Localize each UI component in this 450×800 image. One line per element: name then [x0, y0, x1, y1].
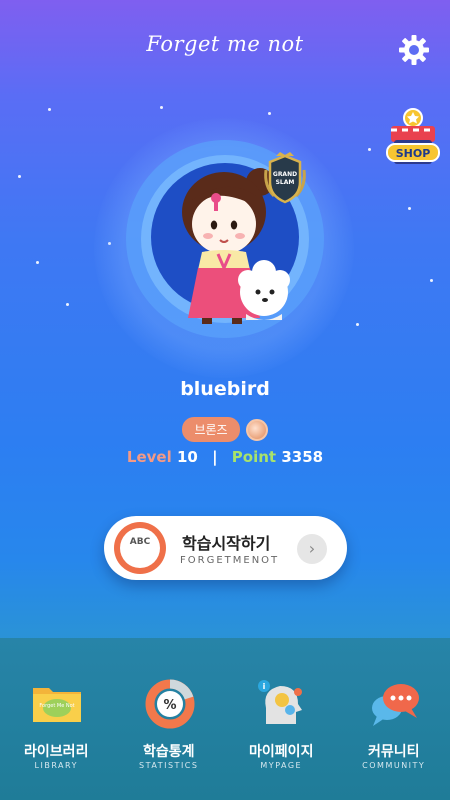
info-glyph: i [263, 682, 266, 691]
nav-mypage[interactable]: i 마이페이지 MYPAGE [225, 638, 338, 800]
username: bluebird [180, 378, 270, 400]
nav-library-label: 라이브러리 [24, 744, 89, 760]
shop-button[interactable]: SHOP [385, 106, 441, 172]
bottom-navigation: Forget Me Not 라이브러리 LIBRARY % 학습통계 STATI… [0, 638, 450, 800]
emblem-text-1: GRAND [273, 171, 297, 178]
point-value: 3358 [281, 448, 324, 466]
nav-community-label: 커뮤니티 [367, 744, 420, 760]
chevron-right-icon: › [297, 534, 327, 564]
gear-icon [399, 35, 429, 65]
donut-chart-icon: % [145, 679, 194, 729]
abc-icon-text: ABC [120, 528, 160, 568]
nav-community-sub: COMMUNITY [362, 761, 426, 770]
settings-button[interactable] [398, 34, 430, 66]
abc-pencil-icon: ABC [114, 522, 166, 574]
chat-bubbles-icon [371, 684, 419, 726]
nav-statistics[interactable]: % 학습통계 STATISTICS [113, 638, 226, 800]
nav-statistics-label: 학습통계 [142, 744, 195, 760]
trophy-shield-icon: GRAND SLAM [264, 152, 306, 204]
folder-icon: Forget Me Not [33, 688, 81, 722]
level-point-stats: Level 10 | Point 3358 [0, 448, 450, 466]
bronze-medal-icon [245, 418, 268, 441]
nav-statistics-sub: STATISTICS [139, 761, 199, 770]
emblem-text-2: SLAM [276, 179, 295, 186]
grand-slam-emblem[interactable]: GRAND SLAM [262, 152, 308, 206]
level-value: 10 [176, 448, 198, 466]
profile-gears-icon: i [258, 680, 302, 724]
nav-community[interactable]: 커뮤니티 COMMUNITY [338, 638, 450, 800]
start-learning-subtitle: FORGETMENOT [180, 555, 280, 566]
point-label: Point [231, 448, 277, 466]
shop-icon: SHOP [386, 108, 440, 164]
percent-glyph: % [163, 698, 176, 713]
shop-label: SHOP [396, 147, 431, 160]
start-learning-button[interactable]: ABC 학습시작하기 FORGETMENOT › [104, 516, 347, 580]
nav-library[interactable]: Forget Me Not 라이브러리 LIBRARY [0, 638, 113, 800]
app-title: Forget me not [146, 32, 304, 56]
stats-separator: | [212, 448, 218, 466]
rank-row: 브론즈 [0, 417, 450, 442]
nav-mypage-sub: MYPAGE [260, 761, 303, 770]
start-learning-title: 학습시작하기 [182, 534, 271, 553]
nav-mypage-label: 마이페이지 [249, 744, 314, 760]
rank-badge: 브론즈 [182, 417, 240, 442]
folder-label: Forget Me Not [39, 703, 74, 709]
nav-library-sub: LIBRARY [34, 761, 78, 770]
level-label: Level [126, 448, 172, 466]
